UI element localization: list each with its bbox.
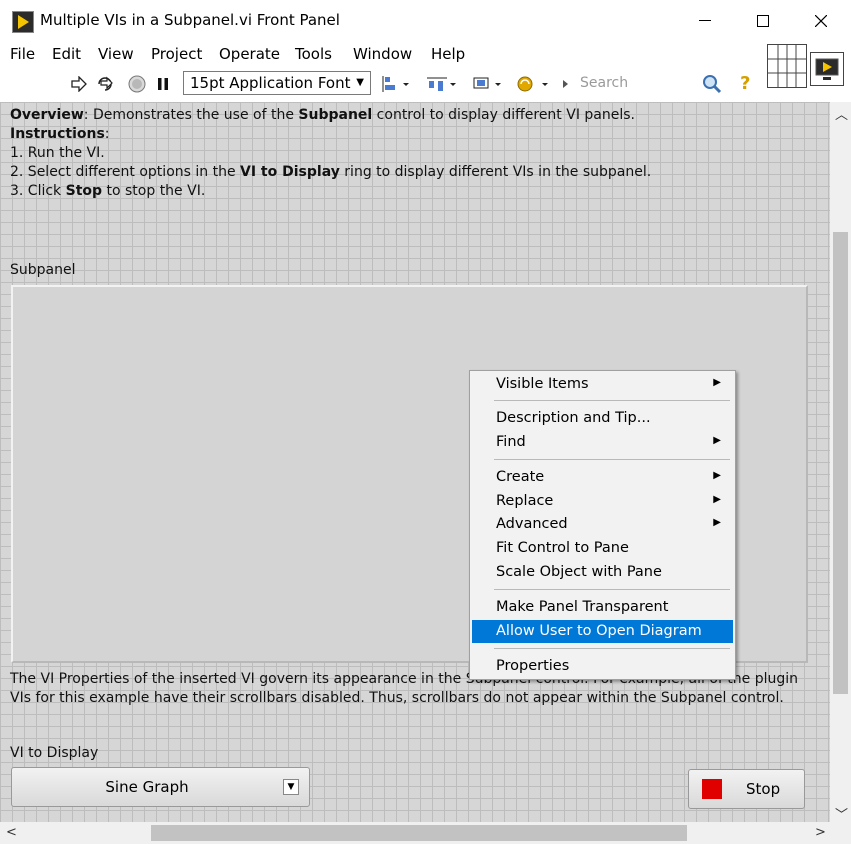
- instruction-step-1: 1. Run the VI.: [10, 145, 105, 161]
- instructions-label: Instructions: [10, 126, 105, 142]
- run-continuously-button[interactable]: [94, 74, 116, 94]
- instruction-step-3: 3. Click Stop to stop the VI.: [10, 183, 206, 199]
- stop-button[interactable]: Stop: [688, 769, 805, 809]
- title-bar: Multiple VIs in a Subpanel.vi Front Pane…: [0, 0, 851, 42]
- minimize-icon: [699, 20, 711, 21]
- labview-app-icon: [12, 11, 34, 33]
- menu-separator: [494, 400, 730, 401]
- reorder-icon: [517, 76, 548, 92]
- menu-item-description-and-tip[interactable]: Description and Tip...: [472, 407, 733, 430]
- menu-separator: [494, 589, 730, 590]
- vertical-scrollbar-thumb[interactable]: [833, 232, 848, 694]
- close-button[interactable]: [792, 0, 850, 42]
- vi-icon[interactable]: [810, 52, 844, 86]
- menu-item-allow-user-to-open-diagram[interactable]: Allow User to Open Diagram: [472, 620, 733, 643]
- scroll-down-arrow-icon[interactable]: ﹀: [835, 804, 848, 823]
- window-title: Multiple VIs in a Subpanel.vi Front Pane…: [40, 11, 340, 29]
- submenu-arrow-icon: ▶: [713, 435, 721, 446]
- font-selector-value: 15pt Application Font: [190, 74, 351, 92]
- menu-item-visible-items[interactable]: Visible Items ▶: [472, 373, 733, 396]
- maximize-button[interactable]: [734, 0, 792, 42]
- chevron-down-icon[interactable]: ▼: [283, 779, 299, 795]
- menu-item-make-panel-transparent[interactable]: Make Panel Transparent: [472, 596, 733, 619]
- minimize-button[interactable]: [676, 0, 734, 42]
- menu-item-advanced[interactable]: Advanced ▶: [472, 513, 733, 536]
- menu-help[interactable]: Help: [431, 45, 465, 63]
- run-continuously-icon: [98, 76, 113, 91]
- horizontal-scrollbar-thumb[interactable]: [151, 825, 687, 841]
- menu-bar: File Edit View Project Operate Tools Win…: [0, 42, 765, 66]
- vi-to-display-ring[interactable]: Sine Graph ▼: [11, 767, 310, 807]
- toolbar-expand-arrow-icon[interactable]: [560, 74, 572, 94]
- subpanel-label: Subpanel: [10, 262, 76, 278]
- menu-item-scale-object-with-pane[interactable]: Scale Object with Pane: [472, 561, 733, 584]
- font-selector[interactable]: 15pt Application Font ▼: [183, 71, 371, 95]
- menu-tools[interactable]: Tools: [295, 45, 332, 63]
- footnote-line-2: VIs for this example have their scrollba…: [10, 690, 784, 706]
- overview-label: Overview: [10, 107, 84, 123]
- menu-file[interactable]: File: [10, 45, 35, 63]
- distribute-objects-button[interactable]: [424, 74, 458, 94]
- search-input[interactable]: Search: [580, 75, 628, 91]
- pause-button[interactable]: [152, 74, 174, 94]
- menu-item-fit-control-to-pane[interactable]: Fit Control to Pane: [472, 537, 733, 560]
- align-objects-button[interactable]: [381, 74, 413, 94]
- stop-indicator-icon: [702, 779, 722, 799]
- menu-item-find[interactable]: Find ▶: [472, 431, 733, 454]
- menu-separator: [494, 648, 730, 649]
- stop-button-label: Stop: [746, 780, 781, 798]
- menu-window[interactable]: Window: [353, 45, 412, 63]
- abort-button[interactable]: [126, 74, 148, 94]
- toolbar: 15pt Application Font ▼ Search ?: [0, 66, 765, 103]
- context-help-icon[interactable]: ?: [740, 73, 750, 94]
- run-arrow-icon: [71, 76, 87, 92]
- menu-item-properties[interactable]: Properties: [472, 655, 733, 678]
- menu-edit[interactable]: Edit: [52, 45, 81, 63]
- reorder-button[interactable]: [515, 74, 551, 94]
- submenu-arrow-icon: ▶: [713, 494, 721, 505]
- scroll-right-arrow-icon[interactable]: >: [815, 825, 826, 840]
- menu-item-replace[interactable]: Replace ▶: [472, 490, 733, 513]
- abort-stop-icon: [128, 75, 146, 93]
- vi-to-display-value: Sine Graph: [105, 778, 189, 796]
- connector-pane-icon[interactable]: [767, 44, 807, 88]
- search-box[interactable]: Search: [572, 71, 730, 97]
- run-button[interactable]: [68, 74, 90, 94]
- instruction-step-2: 2. Select different options in the VI to…: [10, 164, 652, 180]
- align-objects-icon: [382, 76, 409, 92]
- maximize-icon: [757, 15, 769, 27]
- close-icon: [815, 15, 827, 27]
- search-icon[interactable]: [702, 74, 722, 94]
- chevron-down-icon: ▼: [356, 77, 364, 88]
- menu-operate[interactable]: Operate: [219, 45, 280, 63]
- resize-objects-button[interactable]: [470, 74, 504, 94]
- submenu-arrow-icon: ▶: [713, 377, 721, 388]
- pause-icon: [158, 78, 168, 90]
- vi-to-display-label: VI to Display: [10, 745, 99, 761]
- menu-item-create[interactable]: Create ▶: [472, 466, 733, 489]
- overview-text: Overview: Demonstrates the use of the Su…: [10, 107, 652, 199]
- submenu-arrow-icon: ▶: [713, 517, 721, 528]
- menu-project[interactable]: Project: [151, 45, 202, 63]
- scroll-up-arrow-icon[interactable]: ︿: [835, 104, 848, 123]
- distribute-objects-icon: [427, 77, 456, 91]
- menu-view[interactable]: View: [98, 45, 134, 63]
- resize-objects-icon: [473, 77, 501, 89]
- scroll-left-arrow-icon[interactable]: <: [6, 825, 17, 840]
- menu-separator: [494, 459, 730, 460]
- context-menu: Visible Items ▶ Description and Tip... Fi…: [469, 370, 736, 680]
- submenu-arrow-icon: ▶: [713, 470, 721, 481]
